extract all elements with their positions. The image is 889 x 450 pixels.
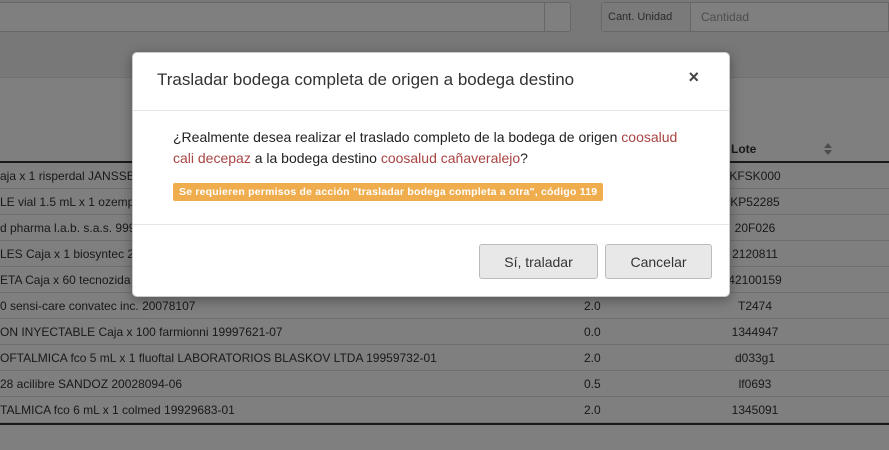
confirm-question: ¿Realmente desea realizar el traslado co… [173, 127, 689, 169]
transfer-dialog: Trasladar bodega completa de origen a bo… [132, 52, 730, 297]
cancel-button[interactable]: Cancelar [605, 244, 712, 279]
dialog-header: Trasladar bodega completa de origen a bo… [133, 53, 729, 111]
permission-warning-badge: Se requieren permisos de acción "traslad… [173, 183, 604, 201]
confirm-transfer-button[interactable]: Sí, traladar [479, 244, 598, 279]
dialog-title: Trasladar bodega completa de origen a bo… [157, 70, 575, 89]
dialog-body: ¿Realmente desea realizar el traslado co… [133, 111, 729, 225]
question-end: ? [520, 150, 528, 166]
destination-warehouse: coosalud cañaveralejo [380, 150, 521, 166]
question-part-1: ¿Realmente desea realizar el traslado co… [173, 129, 618, 145]
close-icon[interactable]: × [688, 67, 699, 87]
question-part-2: a la bodega destino [254, 150, 377, 166]
dialog-footer: Sí, traladar Cancelar [133, 225, 729, 297]
